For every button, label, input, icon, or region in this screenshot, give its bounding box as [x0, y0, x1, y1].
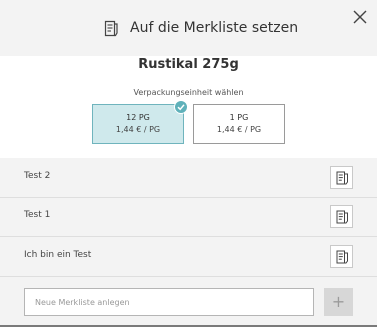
- add-to-list-icon: [336, 250, 348, 264]
- add-list-button[interactable]: +: [324, 288, 353, 316]
- list-item-label: Test 2: [24, 171, 51, 181]
- list-item[interactable]: Test 2: [0, 158, 377, 197]
- packaging-units: 12 PG: [126, 113, 150, 122]
- add-to-list-icon: [336, 210, 348, 224]
- product-name: Rustikal 275g: [138, 57, 239, 72]
- new-list-footer: +: [0, 276, 377, 327]
- packaging-price: 1,44 € / PG: [216, 125, 262, 134]
- notepad-icon: [104, 20, 118, 36]
- new-list-input[interactable]: [24, 288, 314, 316]
- add-to-list-button[interactable]: [330, 205, 353, 228]
- add-to-list-button[interactable]: [330, 166, 353, 189]
- list-item-label: Ich bin ein Test: [24, 250, 92, 260]
- check-icon: [174, 100, 188, 114]
- packaging-price: 1,44 € / PG: [115, 125, 161, 134]
- packaging-option-12pg[interactable]: 12 PG 1,44 € / PG: [92, 100, 188, 144]
- close-icon[interactable]: [350, 7, 370, 27]
- add-to-list-button[interactable]: [330, 245, 353, 268]
- add-to-list-icon: [336, 171, 348, 185]
- packaging-units: 1 PG: [229, 113, 249, 122]
- header-title-group: Auf die Merkliste setzen: [104, 18, 298, 38]
- packaging-label: Verpackungseinheit wählen: [133, 88, 244, 97]
- close-button[interactable]: [350, 7, 370, 27]
- packaging-option-1pg[interactable]: 1 PG 1,44 € / PG: [193, 104, 285, 144]
- dialog-title: Auf die Merkliste setzen: [130, 20, 299, 36]
- dialog-header: Auf die Merkliste setzen: [0, 0, 377, 56]
- list-item[interactable]: Ich bin ein Test: [0, 237, 377, 276]
- list-item[interactable]: Test 1: [0, 197, 377, 236]
- list-item-label: Test 1: [24, 210, 51, 220]
